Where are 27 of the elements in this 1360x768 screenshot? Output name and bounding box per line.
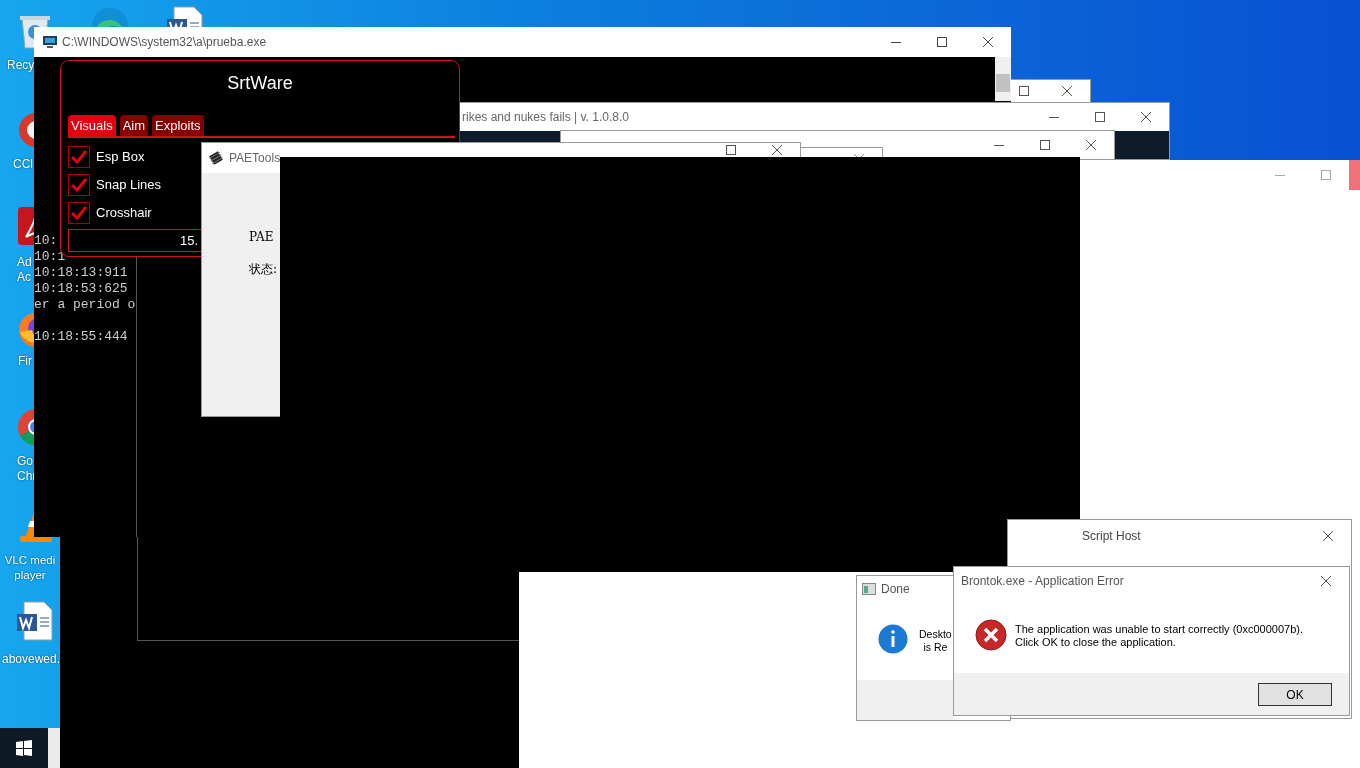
window-title: rikes and nukes fails | v. 1.0.8.0 [462,109,629,126]
console-line: 10:18:13:911 [34,265,129,281]
field-label: PAE [249,229,274,246]
option-label: Esp Box [96,148,145,167]
icon-label: abovewed. [2,652,61,667]
icon-label: VLC medi player [3,553,57,583]
console-line: er a period o [34,297,136,313]
icon-label: Ad Ac [17,255,32,285]
window-title: Done [881,581,910,598]
console-line: 10:1 [34,249,67,265]
icon-label: CCl [13,157,33,172]
option-label: Crosshair [96,204,152,223]
icon-label: Fir [18,354,32,369]
dialog-message: Deskto is Re [919,628,952,654]
field-label: 状态: [249,261,278,278]
console-line: 10:18:55:444 [34,329,129,345]
window-title: C:\WINDOWS\system32\a\prueba.exe [62,34,267,51]
option-label: Snap Lines [96,176,162,195]
icon-label: Go Chr [17,454,37,484]
dialog-message: The application was unable to start correctly (0xc000007b). Click OK to close the application. [1015,623,1303,649]
app-title: SrtWare [226,72,294,95]
window-title: Brontok.exe - Application Error [961,573,1124,590]
window-title: PAETools [229,150,281,167]
icon-label: Recy [7,58,35,73]
console-line: 10:18:53:625 [34,281,129,297]
console-line: 10: [34,233,59,249]
window-title: Script Host [1082,528,1141,545]
